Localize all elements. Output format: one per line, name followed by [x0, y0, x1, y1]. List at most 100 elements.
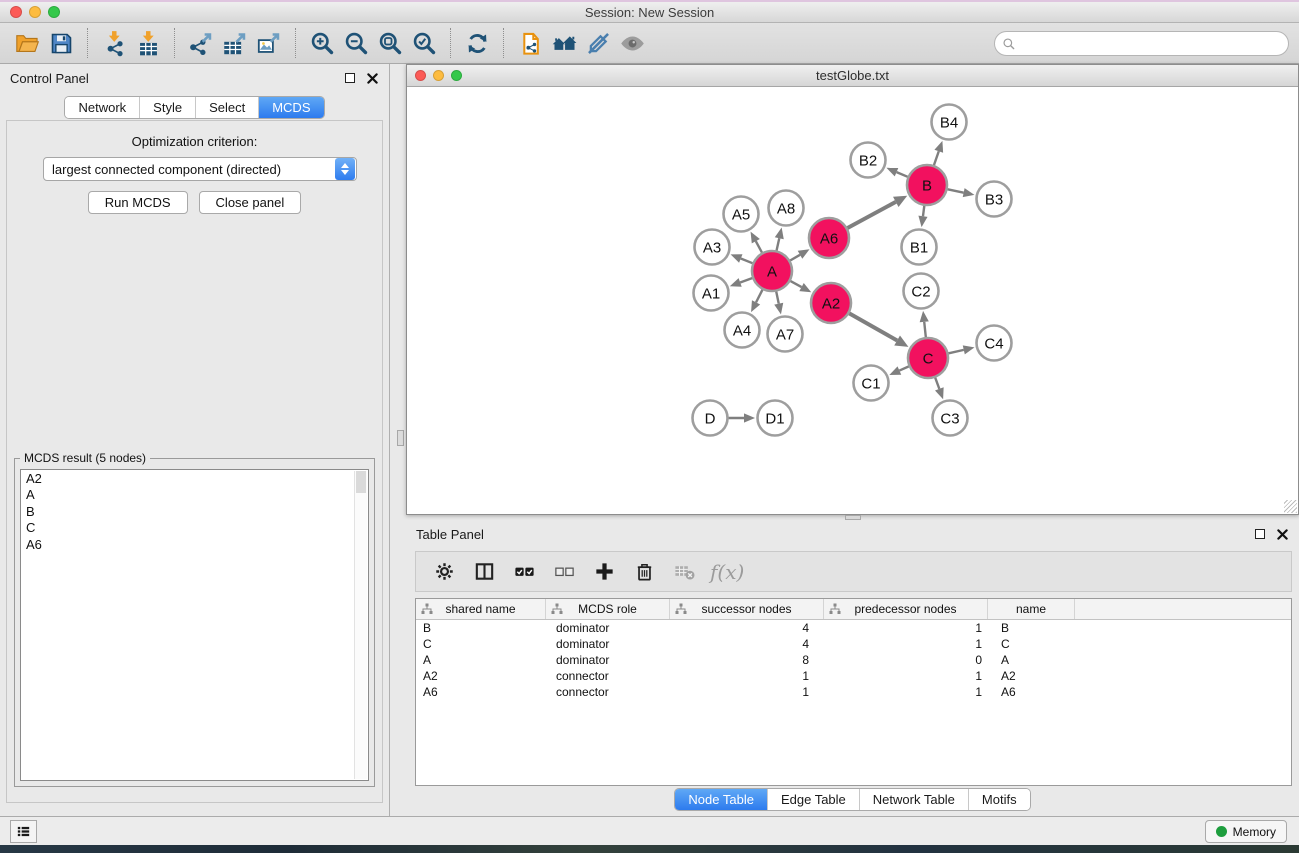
hide-annotations-icon[interactable]: [581, 27, 615, 59]
control-panel-tabs: NetworkStyleSelectMCDS: [64, 96, 324, 119]
table-close-button[interactable]: [1275, 527, 1289, 541]
table-settings-icon[interactable]: [426, 555, 462, 589]
export-image-icon[interactable]: [252, 27, 286, 59]
graph-edge[interactable]: [934, 151, 939, 166]
graph-edge[interactable]: [756, 289, 763, 303]
graph-edge[interactable]: [776, 238, 779, 251]
delete-columns-icon[interactable]: [626, 555, 662, 589]
graph-edge[interactable]: [790, 281, 802, 287]
table-cell: dominator: [546, 653, 670, 667]
memory-button[interactable]: Memory: [1205, 820, 1287, 843]
graph-node-label: A8: [777, 200, 795, 217]
graph-edge-arrowhead: [935, 387, 944, 399]
column-header-shared-name[interactable]: shared name: [416, 599, 546, 619]
window-resize-grip[interactable]: [1284, 500, 1297, 513]
export-network-icon[interactable]: [184, 27, 218, 59]
show-graphics-details-icon[interactable]: [615, 27, 649, 59]
open-session-icon[interactable]: [10, 27, 44, 59]
run-mcds-button[interactable]: Run MCDS: [88, 191, 188, 214]
network-canvas[interactable]: AA1A2A3A4A5A6A7A8BB1B2B3B4CC1C2C3C4DD1: [407, 88, 1298, 514]
column-header-name[interactable]: name: [988, 599, 1075, 619]
table-float-button[interactable]: [1253, 527, 1267, 541]
optimization-criterion-select[interactable]: largest connected component (directed): [43, 157, 357, 181]
window-title: Session: New Session: [0, 5, 1299, 20]
panel-splitter-handle[interactable]: [397, 430, 404, 446]
graph-edge[interactable]: [756, 241, 763, 253]
status-bar: Memory: [0, 816, 1299, 845]
mcds-result-item[interactable]: A6: [21, 536, 368, 553]
table-cell: B: [416, 621, 546, 635]
table-tab-network-table[interactable]: Network Table: [859, 789, 968, 810]
duplicate-network-icon[interactable]: [513, 27, 547, 59]
table-tab-edge-table[interactable]: Edge Table: [767, 789, 859, 810]
mcds-result-item[interactable]: A2: [21, 470, 368, 487]
select-all-columns-icon[interactable]: [506, 555, 542, 589]
graph-node-label: B2: [859, 152, 877, 169]
table-tab-motifs[interactable]: Motifs: [968, 789, 1030, 810]
graph-edge[interactable]: [848, 313, 897, 341]
graph-node-label: D: [705, 410, 716, 427]
mcds-result-item[interactable]: C: [21, 520, 368, 537]
refresh-layout-icon[interactable]: [460, 27, 494, 59]
graph-edge[interactable]: [776, 291, 779, 304]
zoom-selected-icon[interactable]: [407, 27, 441, 59]
graph-edge[interactable]: [899, 366, 909, 371]
main-toolbar: [0, 23, 1299, 64]
network-view-window: testGlobe.txt AA1A2A3A4A5A6A7A8BB1B2B3B4…: [406, 64, 1299, 515]
table-tab-node-table[interactable]: Node Table: [675, 789, 767, 810]
search-input[interactable]: [1016, 34, 1288, 54]
table-row[interactable]: Adominator80A: [416, 652, 1291, 668]
column-header-predecessor-nodes[interactable]: predecessor nodes: [824, 599, 988, 619]
mcds-result-title: MCDS result (5 nodes): [20, 451, 150, 465]
close-icon: [1277, 529, 1288, 540]
save-session-icon[interactable]: [44, 27, 78, 59]
column-header-MCDS-role[interactable]: MCDS role: [546, 599, 670, 619]
zoom-in-icon[interactable]: [305, 27, 339, 59]
control-panel: Control Panel NetworkStyleSelectMCDS Opt…: [0, 64, 390, 816]
scrollbar[interactable]: [354, 471, 367, 779]
select-stepper-icon: [335, 158, 355, 180]
mcds-result-item[interactable]: A: [21, 487, 368, 504]
close-panel-button-2[interactable]: Close panel: [199, 191, 302, 214]
tab-network[interactable]: Network: [65, 97, 139, 118]
float-icon: [345, 73, 355, 83]
graph-edge[interactable]: [740, 278, 753, 283]
float-panel-button[interactable]: [343, 71, 357, 85]
create-column-icon[interactable]: [586, 555, 622, 589]
graph-edge[interactable]: [741, 259, 754, 264]
zoom-fit-icon[interactable]: [373, 27, 407, 59]
table-panel: Table Panel f(x) shared nameMCDS rolesuc…: [406, 520, 1299, 816]
graph-edge[interactable]: [947, 189, 964, 193]
home-network-icon[interactable]: [547, 27, 581, 59]
tab-mcds[interactable]: MCDS: [258, 97, 323, 118]
export-table-icon[interactable]: [218, 27, 252, 59]
mcds-result-item[interactable]: B: [21, 503, 368, 520]
table-cell: dominator: [546, 621, 670, 635]
search-field[interactable]: [994, 31, 1289, 56]
table-row[interactable]: Cdominator41C: [416, 636, 1291, 652]
close-panel-button[interactable]: [365, 71, 379, 85]
table-row[interactable]: A6connector11A6: [416, 684, 1291, 700]
graph-edge[interactable]: [789, 255, 800, 261]
table-row[interactable]: A2connector11A2: [416, 668, 1291, 684]
import-table-icon[interactable]: [131, 27, 165, 59]
graph-edge[interactable]: [924, 322, 926, 338]
unselect-all-columns-icon[interactable]: [546, 555, 582, 589]
table-row[interactable]: Bdominator41B: [416, 620, 1291, 636]
graph-edge[interactable]: [923, 205, 924, 216]
import-network-icon[interactable]: [97, 27, 131, 59]
task-history-button[interactable]: [10, 820, 37, 843]
show-columns-icon[interactable]: [466, 555, 502, 589]
table-cell: C: [416, 637, 546, 651]
graph-edge[interactable]: [897, 172, 909, 177]
table-cell: A: [988, 653, 1075, 667]
graph-edge[interactable]: [948, 350, 964, 354]
graph-edge-arrowhead: [963, 188, 975, 197]
graph-edge[interactable]: [935, 377, 939, 389]
graph-edge[interactable]: [847, 202, 896, 229]
main-titlebar: Session: New Session: [0, 2, 1299, 23]
zoom-out-icon[interactable]: [339, 27, 373, 59]
column-header-successor-nodes[interactable]: successor nodes: [670, 599, 824, 619]
tab-style[interactable]: Style: [139, 97, 195, 118]
tab-select[interactable]: Select: [195, 97, 258, 118]
